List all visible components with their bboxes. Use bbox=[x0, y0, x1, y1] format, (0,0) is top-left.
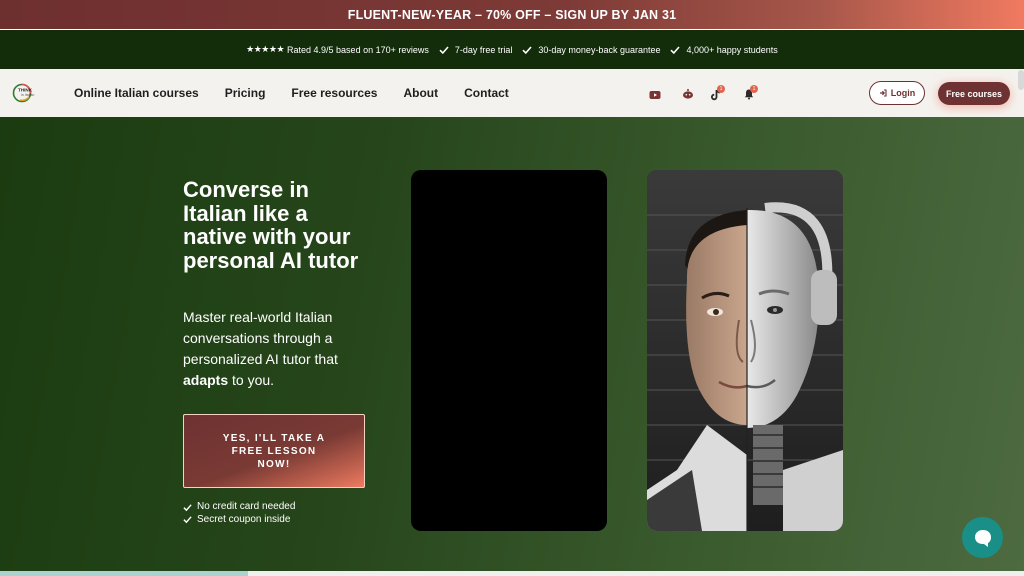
login-button[interactable]: Login bbox=[869, 81, 925, 105]
perk-text: No credit card needed bbox=[197, 501, 296, 512]
perk-item: No credit card needed bbox=[183, 501, 295, 514]
youtube-icon[interactable] bbox=[649, 89, 661, 101]
chat-widget-button[interactable] bbox=[962, 517, 1003, 558]
promo-banner[interactable]: FLUENT-NEW-YEAR – 70% OFF – SIGN UP BY J… bbox=[0, 0, 1024, 29]
login-label: Login bbox=[890, 88, 916, 98]
promo-text: FLUENT-NEW-YEAR – 70% OFF – SIGN UP BY J… bbox=[347, 7, 677, 22]
perks-list: No credit card needed Secret coupon insi… bbox=[183, 501, 295, 526]
cta-label: YES, I'LL TAKE A FREE LESSON NOW! bbox=[222, 432, 326, 470]
nav-link-contact[interactable]: Contact bbox=[464, 86, 509, 100]
nav-links: Online Italian courses Pricing Free reso… bbox=[74, 69, 535, 117]
trust-bar: ★★★★★ Rated 4.9/5 based on 170+ reviews … bbox=[0, 30, 1024, 69]
perk-text: Secret coupon inside bbox=[197, 513, 291, 525]
human-ai-face-image bbox=[647, 170, 843, 531]
perk-item: Secret coupon inside bbox=[183, 514, 295, 527]
trust-item-guarantee: 30-day money-back guarantee bbox=[522, 45, 660, 55]
trust-item-trial: 7-day free trial bbox=[439, 44, 513, 55]
free-courses-button[interactable]: Free courses bbox=[938, 82, 1010, 105]
scroll-progress-track bbox=[248, 571, 1024, 576]
nav-link-free-resources[interactable]: Free resources bbox=[291, 86, 377, 100]
nav-link-pricing[interactable]: Pricing bbox=[225, 86, 266, 100]
page-scrollbar[interactable] bbox=[1018, 70, 1024, 90]
trust-text-guarantee: 30-day money-back guarantee bbox=[538, 44, 661, 55]
nav-link-about[interactable]: About bbox=[403, 86, 438, 100]
free-courses-label: Free courses bbox=[945, 88, 1003, 99]
nav-link-online-courses[interactable]: Online Italian courses bbox=[74, 86, 199, 100]
hero-subtitle-end: to you. bbox=[228, 372, 275, 388]
video-player[interactable] bbox=[411, 170, 607, 531]
trust-item-students: 4,000+ happy students bbox=[670, 44, 778, 55]
check-icon bbox=[183, 504, 192, 512]
trust-text-trial: 7-day free trial bbox=[454, 44, 513, 55]
scroll-progress-bar bbox=[0, 571, 248, 576]
reddit-icon[interactable] bbox=[682, 88, 694, 100]
hero-subtitle: Master real-world Italian conversations … bbox=[183, 307, 373, 391]
svg-text:in Italian: in Italian bbox=[21, 93, 34, 97]
check-icon bbox=[439, 45, 449, 54]
check-icon bbox=[670, 45, 681, 54]
think-in-italian-logo[interactable]: THINK in Italian bbox=[12, 81, 44, 105]
check-icon bbox=[522, 45, 533, 54]
chat-bubble-icon bbox=[974, 529, 991, 547]
trust-text-students: 4,000+ happy students bbox=[686, 44, 778, 55]
star-rating-icon: ★★★★★ bbox=[246, 44, 285, 54]
check-icon bbox=[183, 516, 192, 524]
hero-subtitle-emphasis: adapts bbox=[183, 372, 229, 388]
svg-text:THINK: THINK bbox=[18, 88, 33, 93]
human-ai-face-illustration bbox=[647, 170, 843, 531]
login-icon bbox=[879, 89, 887, 97]
rating-item: ★★★★★ Rated 4.9/5 based on 170+ reviews bbox=[246, 44, 429, 55]
rating-text: Rated 4.9/5 based on 170+ reviews bbox=[287, 44, 429, 55]
free-lesson-cta-button[interactable]: YES, I'LL TAKE A FREE LESSON NOW! bbox=[183, 414, 365, 488]
notification-badge: 1 bbox=[750, 85, 758, 93]
hero-title: Converse in Italian like a native with y… bbox=[183, 177, 359, 273]
tiktok-badge: 1 bbox=[717, 85, 725, 93]
hero-subtitle-text: Master real-world Italian conversations … bbox=[183, 309, 338, 367]
